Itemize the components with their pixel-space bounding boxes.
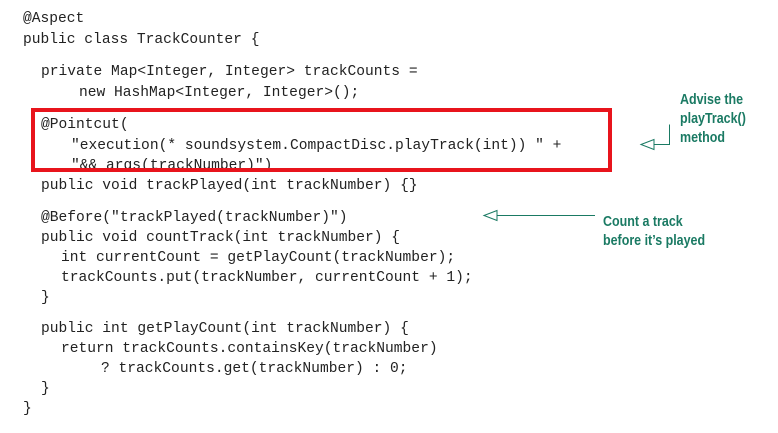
pointcut-callout-arrow — [639, 124, 670, 151]
before-callout-line-2: before it’s played — [603, 233, 706, 249]
pointcut-callout-line-2: playTrack() — [680, 111, 746, 127]
pointcut-callout-line-3: method — [680, 130, 726, 146]
before-callout-arrow — [482, 209, 595, 222]
pointcut-callout-line-1: Advise the — [680, 92, 744, 108]
before-callout-line-1: Count a track — [603, 214, 683, 230]
